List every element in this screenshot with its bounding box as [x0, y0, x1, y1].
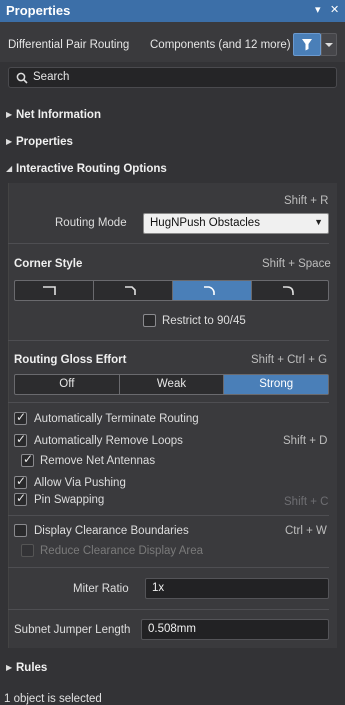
- checkbox-box-disabled: [21, 544, 34, 557]
- corner-90-icon: [43, 286, 56, 295]
- restrict-label: Restrict to 90/45: [162, 315, 246, 327]
- section-properties[interactable]: ▶ Properties: [6, 136, 73, 148]
- chevron-down-icon: ▼: [314, 217, 323, 227]
- checkbox-box[interactable]: [143, 314, 156, 327]
- divider: [8, 243, 329, 244]
- status-bar-text: 1 object is selected: [4, 693, 102, 705]
- panel-title: Properties: [6, 3, 71, 18]
- search-input[interactable]: Search: [8, 67, 337, 88]
- search-icon: [16, 72, 28, 84]
- routing-gloss-title: Routing Gloss Effort: [14, 354, 127, 366]
- routing-gloss-segmented-control: Off Weak Strong: [14, 374, 329, 395]
- divider: [8, 515, 329, 516]
- corner-style-shortcut: Shift + Space: [262, 258, 331, 270]
- checkbox-box[interactable]: [21, 452, 34, 467]
- chevron-down-icon: [325, 43, 333, 47]
- gloss-weak-option[interactable]: Weak: [120, 375, 225, 394]
- funnel-icon: [302, 39, 312, 51]
- collapsed-arrow-icon: ▶: [6, 137, 13, 146]
- subnet-jumper-length-value: 0.508mm: [148, 623, 196, 635]
- routing-mode-value: HugNPush Obstacles: [150, 217, 260, 229]
- routing-mode-label: Routing Mode: [55, 217, 127, 229]
- corner-style-title: Corner Style: [14, 258, 83, 270]
- checkbox-box[interactable]: [14, 410, 27, 425]
- corner-arc-45-icon: [204, 286, 215, 295]
- gloss-off-option[interactable]: Off: [15, 375, 120, 394]
- miter-ratio-input[interactable]: 1x: [145, 578, 329, 599]
- corner-style-45-option[interactable]: [94, 281, 173, 300]
- selection-context-bar: Differential Pair Routing Components (an…: [0, 22, 345, 62]
- corner-arc-90-icon: [283, 286, 294, 295]
- display-clearance-label: Display Clearance Boundaries: [34, 525, 189, 537]
- corner-style-90-option[interactable]: [15, 281, 94, 300]
- corner-style-arc-45-option[interactable]: [173, 281, 252, 300]
- auto-remove-loops-label: Automatically Remove Loops: [34, 435, 183, 447]
- subnet-jumper-length-input[interactable]: 0.508mm: [141, 619, 329, 640]
- panel-title-bar: Properties ▾ ✕: [0, 0, 345, 22]
- auto-remove-loops-shortcut: Shift + D: [283, 435, 328, 447]
- divider: [8, 340, 329, 341]
- corner-style-arc-90-option[interactable]: [252, 281, 330, 300]
- filter-dropdown-button[interactable]: [321, 33, 337, 56]
- divider: [8, 402, 329, 403]
- routing-mode-shortcut: Shift + R: [284, 195, 329, 207]
- collapsed-arrow-icon: ▶: [6, 110, 13, 119]
- collapsed-arrow-icon: ▶: [6, 663, 13, 672]
- auto-terminate-label: Automatically Terminate Routing: [34, 413, 199, 425]
- expanded-arrow-icon: ◢: [6, 164, 13, 173]
- checkbox-box[interactable]: [14, 432, 27, 447]
- checkbox-box[interactable]: [14, 491, 27, 506]
- remove-net-antennas-label: Remove Net Antennas: [40, 455, 156, 467]
- routing-gloss-shortcut: Shift + Ctrl + G: [251, 354, 328, 366]
- pin-dropdown-icon[interactable]: ▾: [315, 3, 321, 16]
- display-clearance-shortcut: Ctrl + W: [285, 525, 327, 537]
- filter-summary-label[interactable]: Components (and 12 more): [150, 39, 291, 51]
- subnet-jumper-length-label: Subnet Jumper Length: [14, 624, 131, 636]
- gloss-strong-option[interactable]: Strong: [224, 375, 329, 394]
- pin-swapping-label: Pin Swapping: [34, 494, 105, 506]
- pin-swapping-shortcut: Shift + C: [284, 496, 329, 508]
- checkbox-box[interactable]: [14, 474, 27, 489]
- routing-mode-select[interactable]: HugNPush Obstacles ▼: [143, 213, 329, 234]
- selection-filter-button[interactable]: [293, 33, 321, 56]
- corner-45-icon: [125, 286, 136, 295]
- miter-ratio-label: Miter Ratio: [73, 583, 129, 595]
- object-type-label: Differential Pair Routing: [8, 39, 130, 51]
- checkbox-box[interactable]: [14, 524, 27, 537]
- corner-style-segmented-control: [14, 280, 329, 301]
- reduce-clearance-label: Reduce Clearance Display Area: [40, 545, 204, 557]
- allow-via-pushing-label: Allow Via Pushing: [34, 477, 126, 489]
- close-icon[interactable]: ✕: [330, 3, 339, 16]
- section-net-information[interactable]: ▶ Net Information: [6, 109, 101, 121]
- divider: [8, 567, 329, 568]
- section-rules[interactable]: ▶ Rules: [6, 662, 47, 674]
- divider: [8, 609, 329, 610]
- section-interactive-routing-options[interactable]: ◢ Interactive Routing Options: [6, 163, 167, 175]
- search-placeholder: Search: [33, 71, 70, 83]
- miter-ratio-value: 1x: [152, 582, 165, 594]
